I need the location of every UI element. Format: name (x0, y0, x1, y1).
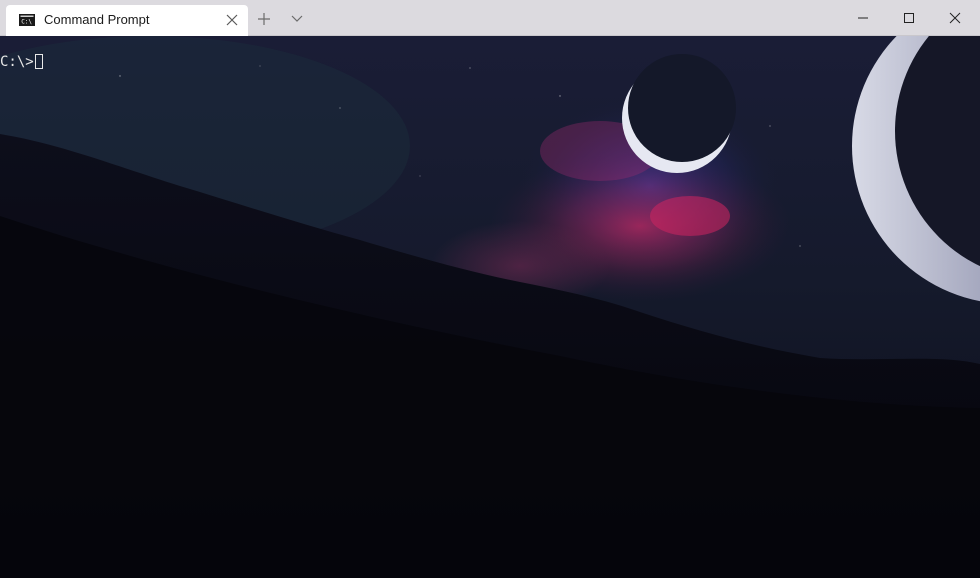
tab-command-prompt[interactable]: C:\ Command Prompt (6, 5, 248, 36)
close-tab-icon[interactable] (225, 13, 239, 27)
text-cursor (34, 54, 43, 69)
background-image (0, 36, 980, 578)
plus-icon[interactable] (252, 8, 276, 30)
terminal-area[interactable]: C:\> (0, 36, 980, 578)
command-line[interactable]: C:\> (0, 53, 43, 71)
close-button[interactable] (932, 0, 977, 36)
svg-text:C:\: C:\ (21, 19, 32, 26)
close-icon (949, 12, 961, 24)
terminal-window: C:\ Command Prompt C:\> (0, 0, 980, 578)
minimize-button[interactable] (840, 0, 885, 36)
tab-title: Command Prompt (44, 12, 150, 27)
cmd-icon: C:\ (19, 14, 35, 26)
title-bar[interactable]: C:\ Command Prompt (0, 0, 980, 36)
maximize-button[interactable] (886, 0, 931, 36)
chevron-down-icon[interactable] (285, 8, 309, 30)
maximize-icon (904, 13, 914, 23)
prompt-text: C:\> (0, 54, 34, 70)
minimize-icon (858, 17, 868, 19)
